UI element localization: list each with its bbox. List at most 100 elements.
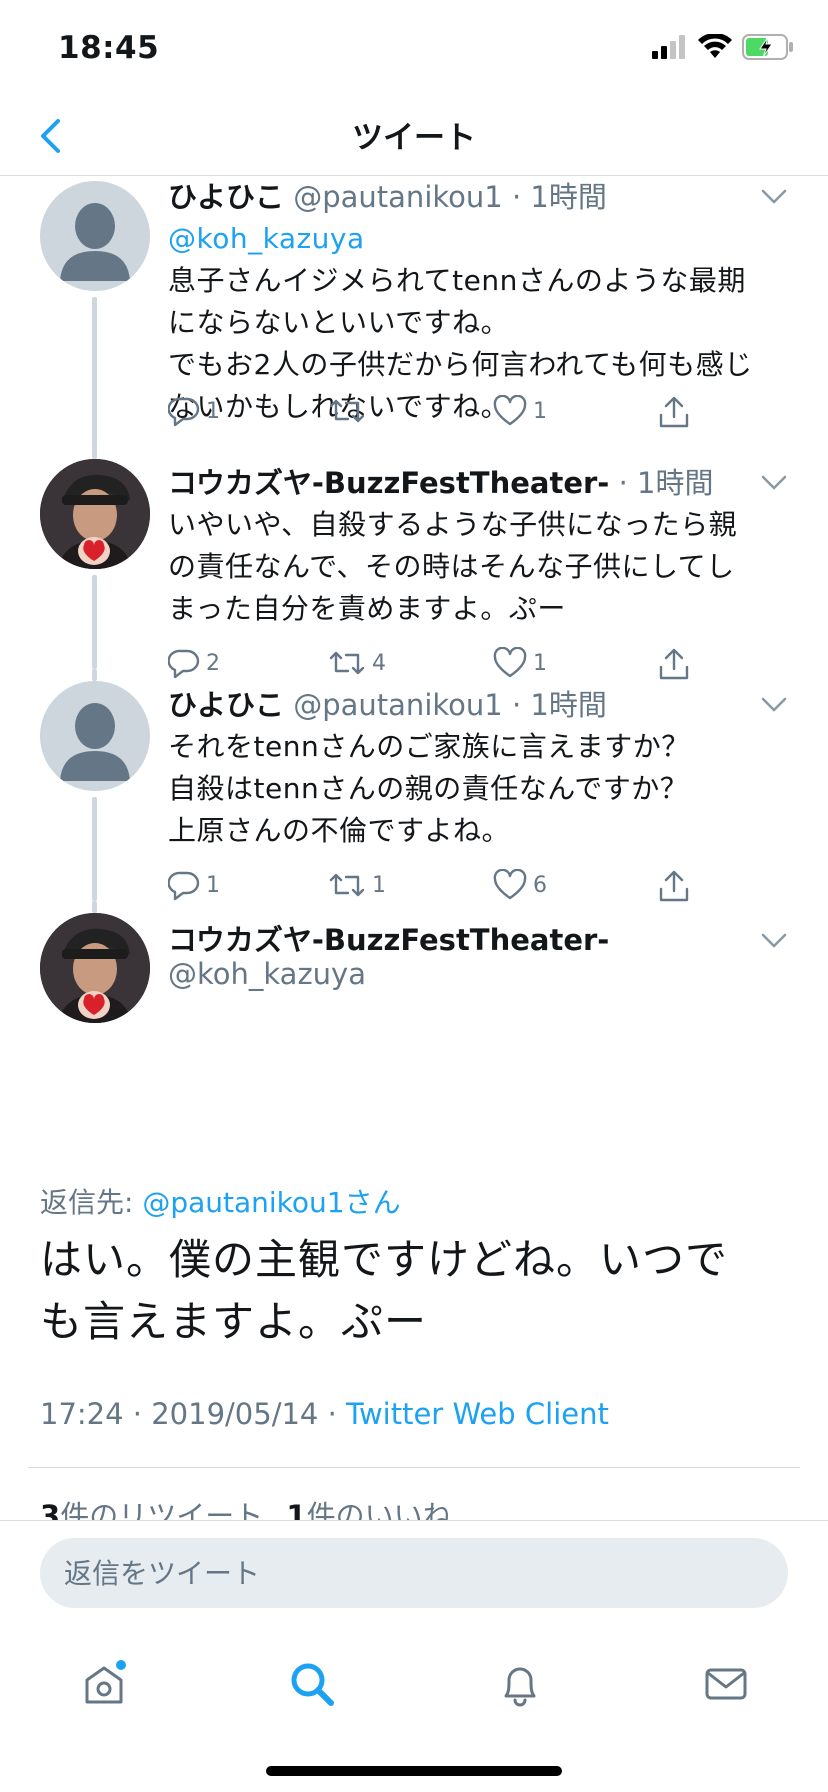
tweet[interactable]: コウカズヤ-BuzzFestTheater- · 1時間 いやいや、自殺するよう…: [0, 447, 828, 680]
text-line: も言えますよ。ぷー: [40, 1297, 428, 1346]
share-button[interactable]: [658, 395, 690, 429]
tweet-time: · 1時間: [511, 688, 607, 722]
reply-input[interactable]: [40, 1538, 788, 1608]
battery-charging-icon: [742, 34, 793, 60]
like-count: 6: [533, 872, 547, 898]
text-line: 息子さんイジメられてtennさんのような最期: [168, 264, 746, 297]
thread-connector: [92, 901, 97, 913]
tweet-header: ひよひこ @pautanikou1 · 1時間: [168, 177, 788, 217]
tweet-header: ひよひこ @pautanikou1 · 1時間: [168, 685, 788, 725]
author-name[interactable]: ひよひこ: [168, 688, 284, 722]
chevron-down-icon[interactable]: [760, 187, 788, 207]
tweet-content: ひよひこ @pautanikou1 · 1時間 それをtennさんのご家族に言え…: [168, 685, 788, 852]
tweet-text: いやいや、自殺するような子供になったら親 の責任なんで、その時はそんな子供にして…: [168, 504, 788, 630]
search-icon: [291, 1663, 334, 1706]
timestamp: 17:24 · 2019/05/14 ·: [40, 1397, 347, 1431]
mail-icon: [705, 1668, 747, 1700]
tweet-time: · 1時間: [511, 180, 607, 214]
profile-photo-icon: [40, 459, 150, 569]
text-line: の責任なんで、その時はそんな子供にしてし: [168, 550, 735, 583]
like-total: 1: [286, 1499, 307, 1520]
like-button[interactable]: 1: [493, 395, 547, 427]
thread-connector: [92, 575, 97, 669]
author-handle: @pautanikou1: [293, 180, 503, 214]
reply-to-prefix: 返信先:: [40, 1186, 143, 1219]
tab-notifications[interactable]: [490, 1654, 550, 1714]
thread-connector: [92, 797, 97, 901]
tab-search[interactable]: [282, 1654, 342, 1714]
text-line: にならないといいですね。: [168, 306, 510, 339]
reply-button[interactable]: 1: [168, 869, 220, 901]
chevron-down-icon[interactable]: [760, 473, 788, 493]
retweet-count: 1: [372, 872, 386, 898]
thread-connector: [92, 447, 97, 459]
page-title: ツイート: [352, 120, 476, 156]
tweet-text: それをtennさんのご家族に言えますか？ 自殺はtennさんの親の責任なんですか…: [168, 726, 788, 852]
tweet-time: · 1時間: [618, 466, 714, 500]
share-icon: [659, 870, 689, 902]
author-handle: @koh_kazuya: [168, 957, 366, 991]
chevron-down-icon[interactable]: [760, 931, 788, 951]
retweet-button[interactable]: 1: [328, 869, 386, 901]
bell-icon: [504, 1667, 536, 1707]
retweet-total: 3: [40, 1499, 61, 1520]
reply-bar: [0, 1520, 828, 1624]
divider: [28, 1467, 800, 1468]
reply-to-line: 返信先: @pautanikou1さん: [40, 1181, 401, 1221]
heart-icon: [493, 869, 527, 900]
conversation-thread[interactable]: ひよひこ @pautanikou1 · 1時間 @koh_kazuya 息子さん…: [0, 177, 828, 1520]
tweet-header: コウカズヤ-BuzzFestTheater- · 1時間: [168, 463, 788, 503]
reply-count: 1: [206, 398, 220, 424]
retweet-icon: [329, 873, 365, 897]
avatar[interactable]: [40, 181, 150, 291]
text-line: 上原さんの不倫ですよね。: [168, 814, 511, 847]
avatar[interactable]: [40, 681, 150, 791]
tab-bar: [0, 1624, 828, 1792]
like-button[interactable]: 6: [493, 869, 547, 901]
chevron-down-icon[interactable]: [760, 695, 788, 715]
text-line: いやいや、自殺するような子供になったら親: [168, 508, 738, 541]
author-name[interactable]: ひよひこ: [168, 180, 284, 214]
thread-connector: [92, 297, 97, 449]
nav-header: ツイート: [0, 100, 828, 176]
retweet-total-label: 件のリツイート: [60, 1499, 264, 1520]
reply-to-link[interactable]: @pautanikou1さん: [142, 1186, 400, 1219]
status-icons: [652, 34, 794, 60]
tweet-meta: 17:24 · 2019/05/14 · Twitter Web Client: [40, 1397, 609, 1431]
share-button[interactable]: [658, 869, 690, 903]
mention-link[interactable]: @koh_kazuya: [168, 218, 788, 260]
status-bar: 18:45: [0, 0, 828, 100]
status-time: 18:45: [58, 30, 160, 66]
home-icon: [85, 1660, 126, 1704]
retweet-button[interactable]: [328, 395, 372, 427]
default-profile-icon: [60, 203, 130, 281]
avatar[interactable]: [40, 913, 150, 1023]
client-link[interactable]: Twitter Web Client: [346, 1397, 609, 1431]
avatar[interactable]: [40, 459, 150, 569]
default-profile-icon: [60, 703, 130, 781]
heart-icon: [493, 395, 527, 426]
tab-messages[interactable]: [696, 1654, 756, 1714]
tweet-content: ひよひこ @pautanikou1 · 1時間 @koh_kazuya 息子さん…: [168, 177, 788, 428]
tweet[interactable]: ひよひこ @pautanikou1 · 1時間 @koh_kazuya 息子さん…: [0, 177, 828, 449]
main-tweet-text: はい。僕の主観ですけどね。いつで も言えますよ。ぷー: [40, 1229, 800, 1353]
wifi-icon: [698, 34, 732, 58]
author-name[interactable]: コウカズヤ-BuzzFestTheater-: [168, 466, 609, 500]
engagement-counts[interactable]: 3件のリツイート 1件のいいね: [40, 1493, 452, 1520]
home-indicator: [266, 1766, 562, 1776]
main-tweet-header[interactable]: コウカズヤ-BuzzFestTheater- @koh_kazuya: [0, 901, 828, 1023]
tab-home[interactable]: [74, 1654, 134, 1714]
share-icon: [659, 396, 689, 428]
cellular-signal-icon: [652, 35, 685, 59]
profile-photo-icon: [40, 913, 150, 1023]
reply-button[interactable]: 1: [168, 395, 220, 427]
reply-count: 1: [206, 872, 220, 898]
reply-icon: [168, 871, 200, 901]
author-name[interactable]: コウカズヤ-BuzzFestTheater-: [168, 917, 609, 959]
thread-connector: [92, 669, 97, 681]
tweet[interactable]: ひよひこ @pautanikou1 · 1時間 それをtennさんのご家族に言え…: [0, 669, 828, 903]
like-total-label: 件のいいね: [306, 1499, 452, 1520]
text-line: それをtennさんのご家族に言えますか？: [168, 730, 690, 763]
text-line: でもお2人の子供だから何言われても何も感じ: [168, 348, 753, 381]
tweet-content: コウカズヤ-BuzzFestTheater- · 1時間 いやいや、自殺するよう…: [168, 463, 788, 630]
